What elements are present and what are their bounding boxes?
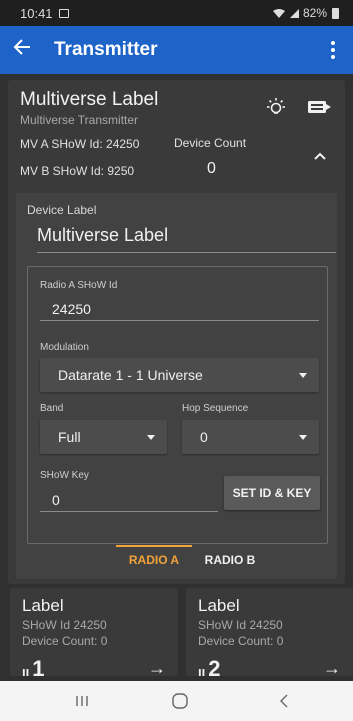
universe-number: ıı 2 (198, 656, 220, 676)
band-value: Full (58, 429, 81, 445)
device-count-label: Device Count (174, 136, 247, 150)
mv-a-show-id: MV A SHoW Id: 24250 (20, 137, 140, 151)
lightbulb-icon[interactable] (264, 96, 288, 120)
back-arrow-icon[interactable] (12, 37, 38, 63)
universe-icon: ıı (198, 664, 206, 676)
signal-icon (289, 8, 299, 18)
universe-device-count: Device Count: 0 (22, 634, 108, 648)
universe-label: Label (198, 596, 240, 615)
tab-radio-a[interactable]: RADIO A (116, 545, 192, 575)
dropdown-caret-icon (299, 434, 307, 440)
modulation-label: Modulation (40, 342, 89, 353)
arrow-right-icon[interactable]: → (323, 658, 341, 676)
set-id-key-button[interactable]: SET ID & KEY (224, 476, 320, 510)
universe-icon: ıı (22, 664, 30, 676)
universe-label: Label (22, 596, 64, 615)
band-dropdown[interactable]: Full (40, 420, 167, 454)
hop-sequence-value: 0 (200, 429, 208, 445)
device-label-input[interactable]: Multiverse Label (37, 223, 336, 253)
universe-card-2[interactable]: Label SHoW Id 24250 Device Count: 0 ıı 2 … (186, 588, 353, 676)
show-id-input[interactable]: 24250 (40, 295, 319, 321)
wifi-icon (272, 8, 285, 18)
universe-card-1[interactable]: Label SHoW Id 24250 Device Count: 0 ıı 1 … (10, 588, 178, 676)
app-title: Transmitter (54, 39, 158, 60)
status-right: 82% (272, 6, 339, 20)
transmitter-name: Multiverse Label (20, 89, 159, 110)
universe-number: ıı 1 (22, 656, 44, 676)
show-key-input[interactable]: 0 (40, 484, 218, 512)
system-nav-bar (0, 681, 353, 721)
universe-show-id: SHoW Id 24250 (198, 618, 283, 632)
modulation-value: Datarate 1 - 1 Universe (58, 367, 203, 383)
radio-settings-panel: Device Label Multiverse Label Radio A SH… (16, 193, 337, 579)
hop-sequence-dropdown[interactable]: 0 (182, 420, 319, 454)
battery-icon (332, 7, 339, 19)
tab-radio-b[interactable]: RADIO B (194, 545, 266, 575)
modulation-dropdown[interactable]: Datarate 1 - 1 Universe (40, 358, 319, 392)
recent-apps-icon[interactable] (62, 689, 102, 713)
dropdown-caret-icon (147, 434, 155, 440)
transmitter-type: Multiverse Transmitter (20, 113, 139, 127)
radio-a-settings: Radio A SHoW Id 24250 Modulation Datarat… (27, 266, 328, 544)
battery-percent: 82% (302, 6, 327, 20)
home-icon[interactable] (160, 689, 200, 713)
transmitter-card: Multiverse Label Multiverse Transmitter … (8, 80, 345, 584)
show-key-label: SHoW Key (40, 470, 89, 481)
mv-b-show-id: MV B SHoW Id: 9250 (20, 164, 135, 178)
status-time: 10:41 (20, 5, 53, 21)
hop-sequence-label: Hop Sequence (182, 403, 249, 414)
dropdown-caret-icon (299, 372, 307, 378)
device-count-value: 0 (207, 160, 216, 177)
rdm-icon[interactable] (306, 96, 332, 120)
notification-icon (58, 8, 69, 18)
universe-show-id: SHoW Id 24250 (22, 618, 107, 632)
status-bar: 10:41 82% (0, 0, 353, 26)
show-id-label: Radio A SHoW Id (40, 280, 118, 291)
nav-back-icon[interactable] (264, 689, 304, 713)
more-vert-icon[interactable] (325, 41, 341, 59)
chevron-up-icon[interactable] (310, 146, 330, 166)
band-label: Band (40, 403, 64, 414)
app-bar: Transmitter (0, 26, 353, 74)
arrow-right-icon[interactable]: → (148, 658, 166, 676)
device-label-label: Device Label (27, 203, 97, 217)
universe-device-count: Device Count: 0 (198, 634, 284, 648)
